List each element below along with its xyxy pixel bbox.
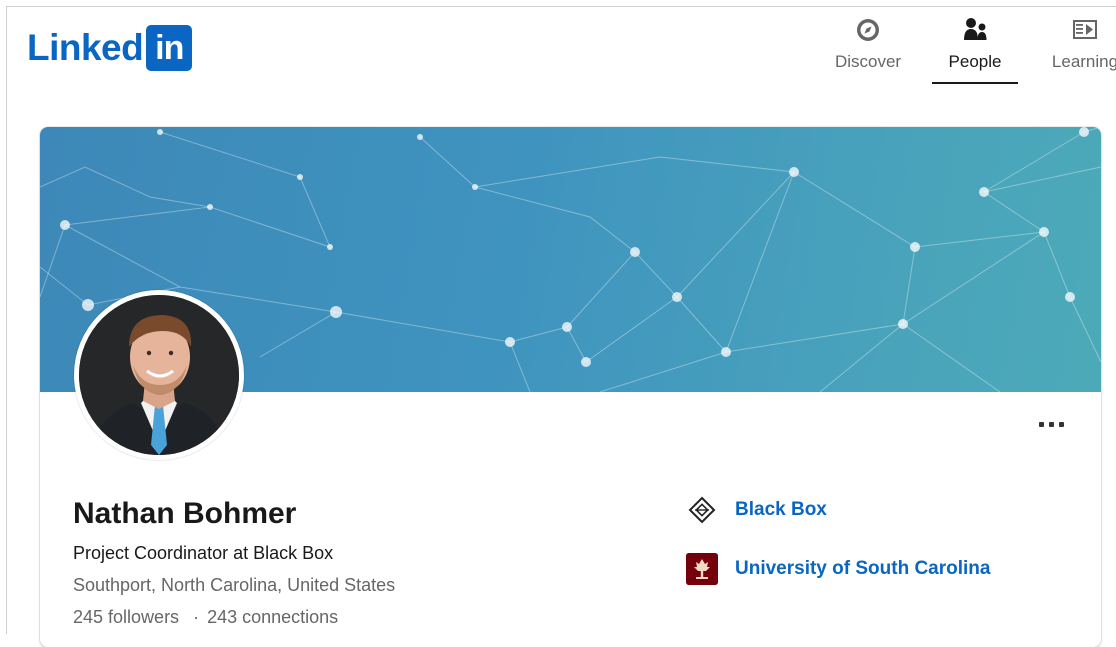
logo-in-box: in xyxy=(146,25,193,71)
nav-discover-label: Discover xyxy=(834,52,902,71)
school-name: University of South Carolina xyxy=(735,558,991,579)
more-actions-button[interactable] xyxy=(1034,414,1068,434)
usc-logo-icon xyxy=(686,553,718,585)
nav-learning[interactable]: Learning xyxy=(1040,16,1116,84)
profile-name: Nathan Bohmer xyxy=(73,497,297,530)
nav-people[interactable]: People xyxy=(932,16,1018,84)
compass-icon xyxy=(857,19,879,41)
ellipsis-icon xyxy=(1058,421,1064,427)
nav-learning-label: Learning xyxy=(1051,52,1116,71)
avatar-image xyxy=(79,295,239,455)
stats-separator: · xyxy=(193,607,200,627)
person-portrait-icon xyxy=(79,295,239,455)
profile-stats: 245 followers · 243 connections xyxy=(73,606,338,628)
ellipsis-icon xyxy=(1048,421,1054,427)
people-icon xyxy=(964,18,987,40)
ellipsis-icon xyxy=(1038,421,1044,427)
nav-discover[interactable]: Discover xyxy=(826,16,910,84)
current-company-link[interactable]: Black Box xyxy=(686,494,827,526)
black-box-logo-icon xyxy=(686,494,718,526)
education-link[interactable]: University of South Carolina xyxy=(686,553,990,585)
company-name: Black Box xyxy=(735,499,827,520)
learning-icon xyxy=(1073,20,1097,39)
connections-count[interactable]: 243 connections xyxy=(207,607,338,627)
followers-count[interactable]: 245 followers xyxy=(73,607,179,627)
profile-headline: Project Coordinator at Black Box xyxy=(73,543,334,563)
profile-photo[interactable] xyxy=(74,290,244,460)
logo-wordmark: Linked xyxy=(27,27,144,68)
profile-location: Southport, North Carolina, United States xyxy=(73,575,396,595)
linkedin-logo[interactable]: Linked in xyxy=(27,25,193,71)
nav-people-label: People xyxy=(948,52,1002,71)
